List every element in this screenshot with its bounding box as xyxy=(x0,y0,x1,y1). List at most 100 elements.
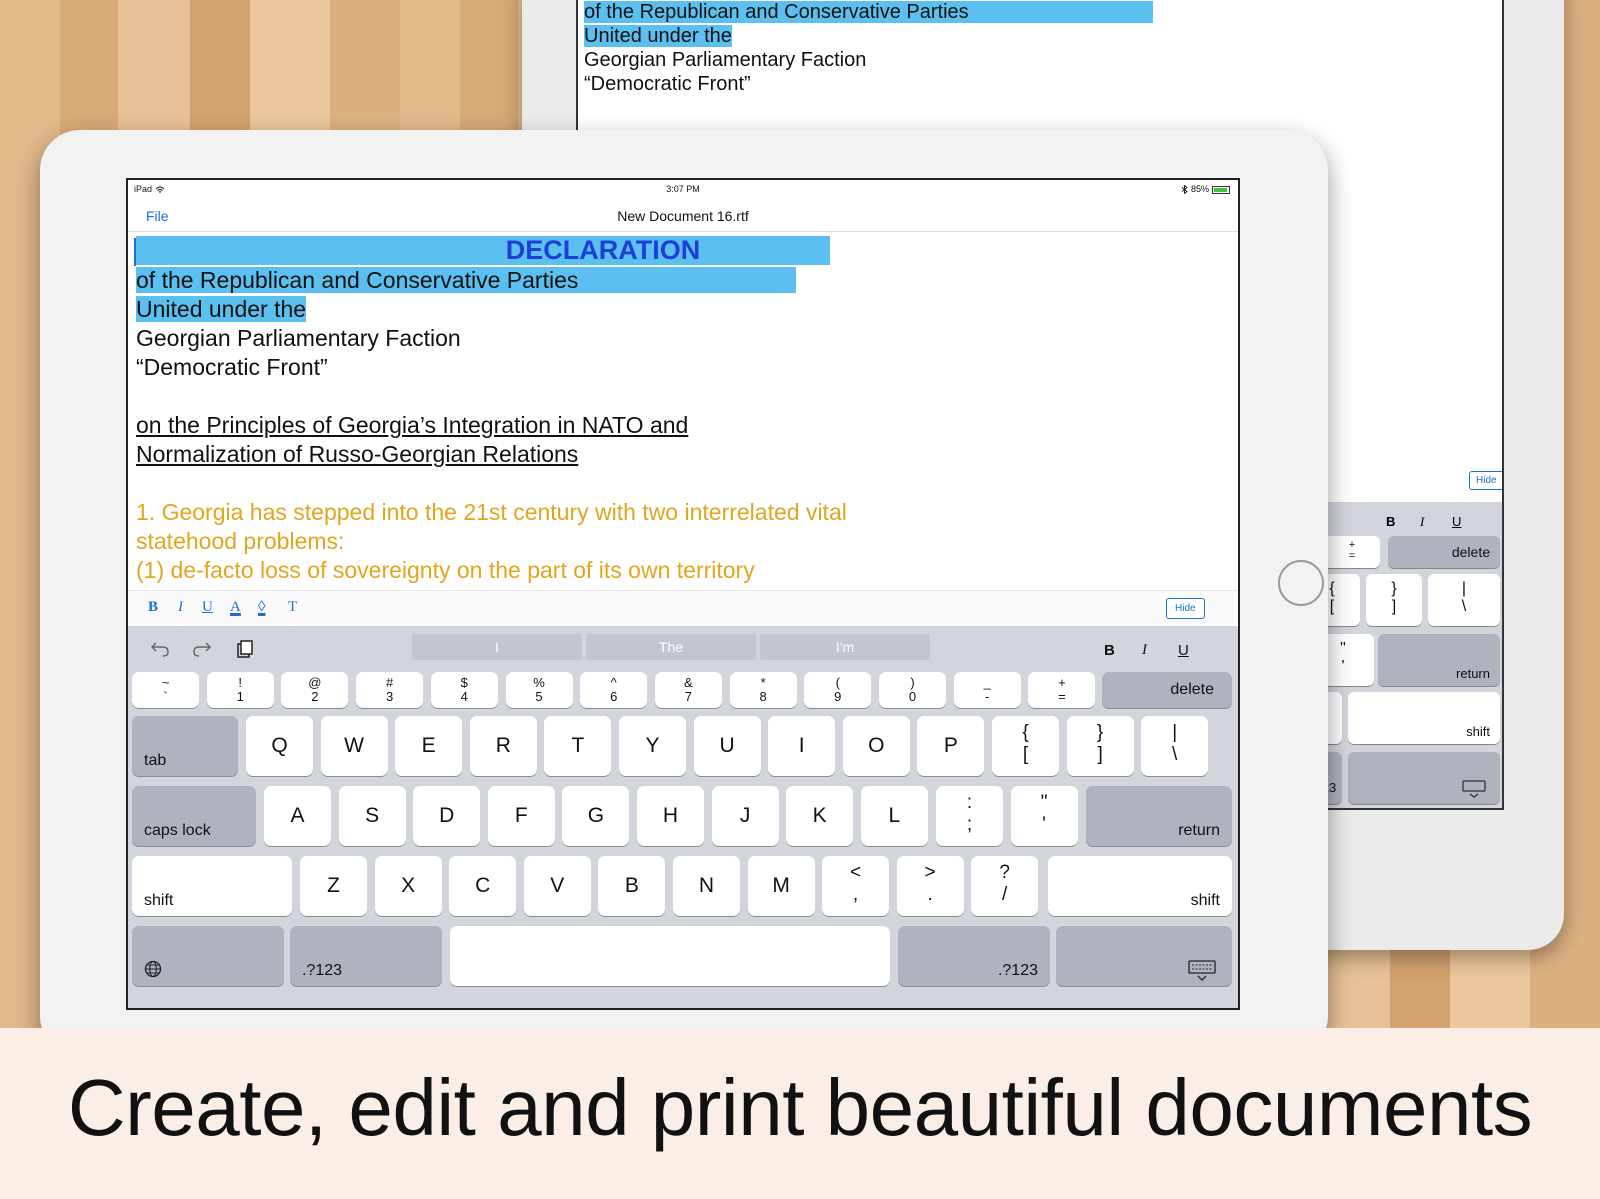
key-num-7[interactable]: & 7 xyxy=(654,672,722,708)
key-i[interactable]: I xyxy=(768,716,836,776)
kb-bold-button[interactable]: B xyxy=(1104,642,1115,659)
key-l[interactable]: L xyxy=(860,786,928,846)
bg-shift-key[interactable]: shift xyxy=(1348,692,1500,744)
text-color-button[interactable]: A xyxy=(230,599,241,616)
space-key[interactable] xyxy=(450,926,890,986)
key-num-0[interactable]: ~ ` xyxy=(132,672,199,708)
key-j[interactable]: J xyxy=(711,786,779,846)
key-v[interactable]: V xyxy=(523,856,591,916)
return-key[interactable]: return xyxy=(1086,786,1232,846)
bg-hide-button[interactable]: Hide xyxy=(1469,471,1502,490)
dismiss-keyboard-key[interactable] xyxy=(1056,926,1232,986)
hide-button[interactable]: Hide xyxy=(1166,598,1205,619)
tab-key[interactable]: tab xyxy=(132,716,238,776)
key-d[interactable]: D xyxy=(413,786,481,846)
highlight-color-button[interactable]: ◊ xyxy=(258,599,265,616)
key-e[interactable]: E xyxy=(395,716,463,776)
nav-bar: File New Document 16.rtf xyxy=(128,198,1238,232)
caption-text: Create, edit and print beautiful documen… xyxy=(67,1063,1533,1152)
key-num-6[interactable]: ^ 6 xyxy=(580,672,648,708)
bg-underline-icon[interactable]: U xyxy=(1452,514,1461,529)
numbers-key-left[interactable]: .?123 xyxy=(290,926,442,986)
bg-key-plus[interactable]: + = xyxy=(1324,536,1380,568)
bold-button[interactable]: B xyxy=(148,599,158,616)
home-button[interactable] xyxy=(1278,560,1324,606)
key-sym-a-0[interactable]: :; xyxy=(936,786,1003,846)
key-num-2[interactable]: @2 xyxy=(281,672,349,708)
kb-underline-button[interactable]: U xyxy=(1178,642,1189,659)
key-num-4[interactable]: $4 xyxy=(430,672,498,708)
key-k[interactable]: K xyxy=(786,786,854,846)
key-s[interactable]: S xyxy=(338,786,406,846)
key-sym-z-2[interactable]: ? / xyxy=(971,856,1039,916)
key-h[interactable]: H xyxy=(637,786,704,846)
bg-key-pipe[interactable]: | \ xyxy=(1428,574,1500,626)
key-sym-z-1[interactable]: >. xyxy=(896,856,964,916)
key-a[interactable]: A xyxy=(264,786,331,846)
key-num-11[interactable]: _ - xyxy=(953,672,1021,708)
key-m[interactable]: M xyxy=(747,856,815,916)
doc-line: on the Principles of Georgia’s Integrati… xyxy=(136,412,689,438)
key-num-1[interactable]: ! 1 xyxy=(206,672,274,708)
shift-key-right[interactable]: shift xyxy=(1048,856,1232,916)
battery-icon xyxy=(1212,185,1230,194)
bg-keyboard-dismiss-key[interactable] xyxy=(1348,752,1500,804)
key-num-3[interactable]: #3 xyxy=(356,672,424,708)
ipad-screen: iPad 3:07 PM 85% File New Document 16.rt… xyxy=(126,178,1240,1010)
numbers-key-right[interactable]: .?123 xyxy=(898,926,1050,986)
background-document: of the Republican and Conservative Parti… xyxy=(584,0,1153,96)
bg-key-close-brace[interactable]: }] xyxy=(1366,574,1422,626)
key-n[interactable]: N xyxy=(673,856,740,916)
doc-line: 1. Georgia has stepped into the 21st cen… xyxy=(136,499,847,525)
key-num-5[interactable]: % 5 xyxy=(505,672,573,708)
bg-delete-key[interactable]: delete xyxy=(1388,536,1500,568)
key-t[interactable]: T xyxy=(544,716,612,776)
paste-icon[interactable] xyxy=(236,640,254,658)
key-sym-z-0[interactable]: <, xyxy=(822,856,889,916)
doc-heading: DECLARATION xyxy=(136,236,830,265)
globe-key[interactable] xyxy=(132,926,284,986)
key-num-10[interactable]: ) 0 xyxy=(879,672,946,708)
kb-italic-button[interactable]: I xyxy=(1142,642,1147,659)
foreground-ipad: iPad 3:07 PM 85% File New Document 16.rt… xyxy=(40,130,1328,1056)
key-sym-q-0[interactable]: {[ xyxy=(992,716,1059,776)
suggestion-1[interactable]: I xyxy=(412,634,582,660)
suggestion-2[interactable]: The xyxy=(586,634,756,660)
bg-doc-line: of the Republican and Conservative Parti… xyxy=(584,1,1153,23)
bg-doc-line: United under the xyxy=(584,25,732,47)
key-w[interactable]: W xyxy=(320,716,388,776)
key-y[interactable]: Y xyxy=(619,716,686,776)
key-sym-q-2[interactable]: | \ xyxy=(1141,716,1209,776)
key-x[interactable]: X xyxy=(374,856,442,916)
key-num-8[interactable]: * 8 xyxy=(729,672,797,708)
document-body[interactable]: DECLARATION of the Republican and Conser… xyxy=(136,236,1226,585)
key-r[interactable]: R xyxy=(469,716,537,776)
delete-key[interactable]: delete xyxy=(1102,672,1232,708)
key-num-9[interactable]: (9 xyxy=(804,672,872,708)
key-b[interactable]: B xyxy=(598,856,666,916)
key-sym-a-1[interactable]: " ' xyxy=(1010,786,1078,846)
bg-italic-icon[interactable]: I xyxy=(1420,514,1424,530)
underline-button[interactable]: U xyxy=(202,599,213,616)
key-o[interactable]: O xyxy=(842,716,910,776)
key-f[interactable]: F xyxy=(487,786,555,846)
undo-icon[interactable] xyxy=(150,640,170,658)
key-p[interactable]: P xyxy=(917,716,985,776)
bg-return-key[interactable]: return xyxy=(1378,634,1500,686)
bg-bold-icon[interactable]: B xyxy=(1386,514,1395,529)
key-num-12[interactable]: + = xyxy=(1028,672,1096,708)
key-sym-q-1[interactable]: }] xyxy=(1066,716,1134,776)
keyboard: I The I'm B I U delete tab caps lock ret… xyxy=(128,626,1238,1008)
redo-icon[interactable] xyxy=(192,640,212,658)
caps-lock-key[interactable]: caps lock xyxy=(132,786,256,846)
italic-button[interactable]: I xyxy=(178,599,183,616)
shift-key-left[interactable]: shift xyxy=(132,856,292,916)
doc-line: Normalization of Russo-Georgian Relation… xyxy=(136,441,579,467)
key-q[interactable]: Q xyxy=(246,716,313,776)
key-z[interactable]: Z xyxy=(300,856,367,916)
font-button[interactable]: T xyxy=(288,599,297,616)
key-g[interactable]: G xyxy=(562,786,630,846)
key-u[interactable]: U xyxy=(693,716,761,776)
key-c[interactable]: C xyxy=(449,856,517,916)
suggestion-3[interactable]: I'm xyxy=(760,634,930,660)
